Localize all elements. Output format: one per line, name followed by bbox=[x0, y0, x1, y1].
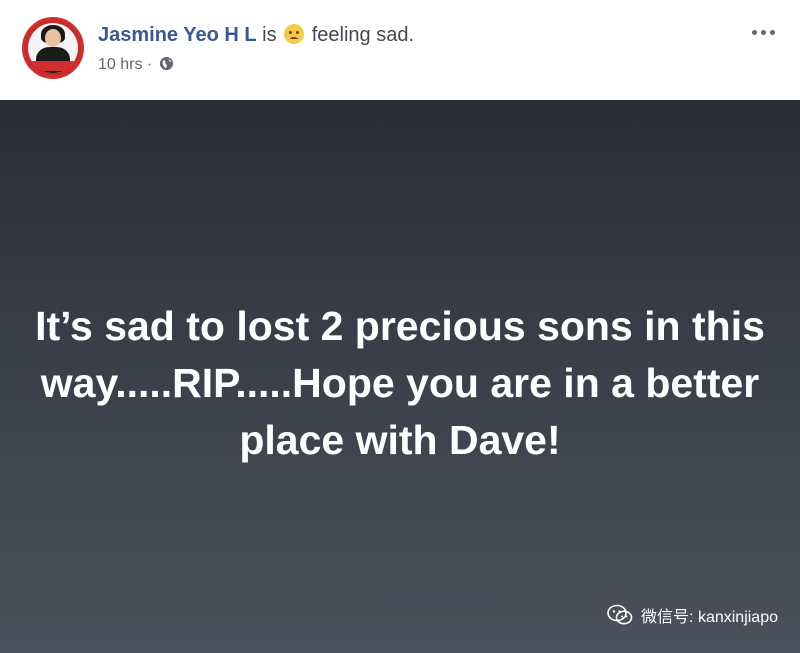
avatar-banner bbox=[28, 61, 78, 71]
more-options-icon[interactable] bbox=[752, 26, 780, 38]
wechat-watermark: 微信号: kanxinjiapo bbox=[607, 603, 778, 627]
post-text: It’s sad to lost 2 precious sons in this… bbox=[35, 303, 765, 463]
post-background: It’s sad to lost 2 precious sons in this… bbox=[0, 100, 800, 653]
globe-icon[interactable] bbox=[159, 56, 174, 71]
avatar-photo bbox=[28, 23, 78, 73]
wechat-icon bbox=[607, 604, 633, 625]
watermark-text: 微信号: kanxinjiapo bbox=[641, 609, 778, 626]
sad-face-icon bbox=[284, 24, 305, 44]
meta-separator: · bbox=[146, 56, 153, 73]
post-meta: 10 hrs · bbox=[98, 56, 174, 74]
avatar-face bbox=[45, 29, 61, 47]
profile-avatar[interactable] bbox=[22, 17, 84, 79]
feeling-text: feeling sad. bbox=[311, 24, 415, 46]
feeling-prefix: is bbox=[262, 24, 277, 46]
author-name-link[interactable]: Jasmine Yeo H L bbox=[98, 24, 257, 46]
post-title-line: Jasmine Yeo H L is feeling sad. bbox=[98, 24, 414, 47]
post-timestamp[interactable]: 10 hrs bbox=[98, 56, 142, 73]
post-header: Jasmine Yeo H L is feeling sad. 10 hrs · bbox=[0, 0, 800, 100]
